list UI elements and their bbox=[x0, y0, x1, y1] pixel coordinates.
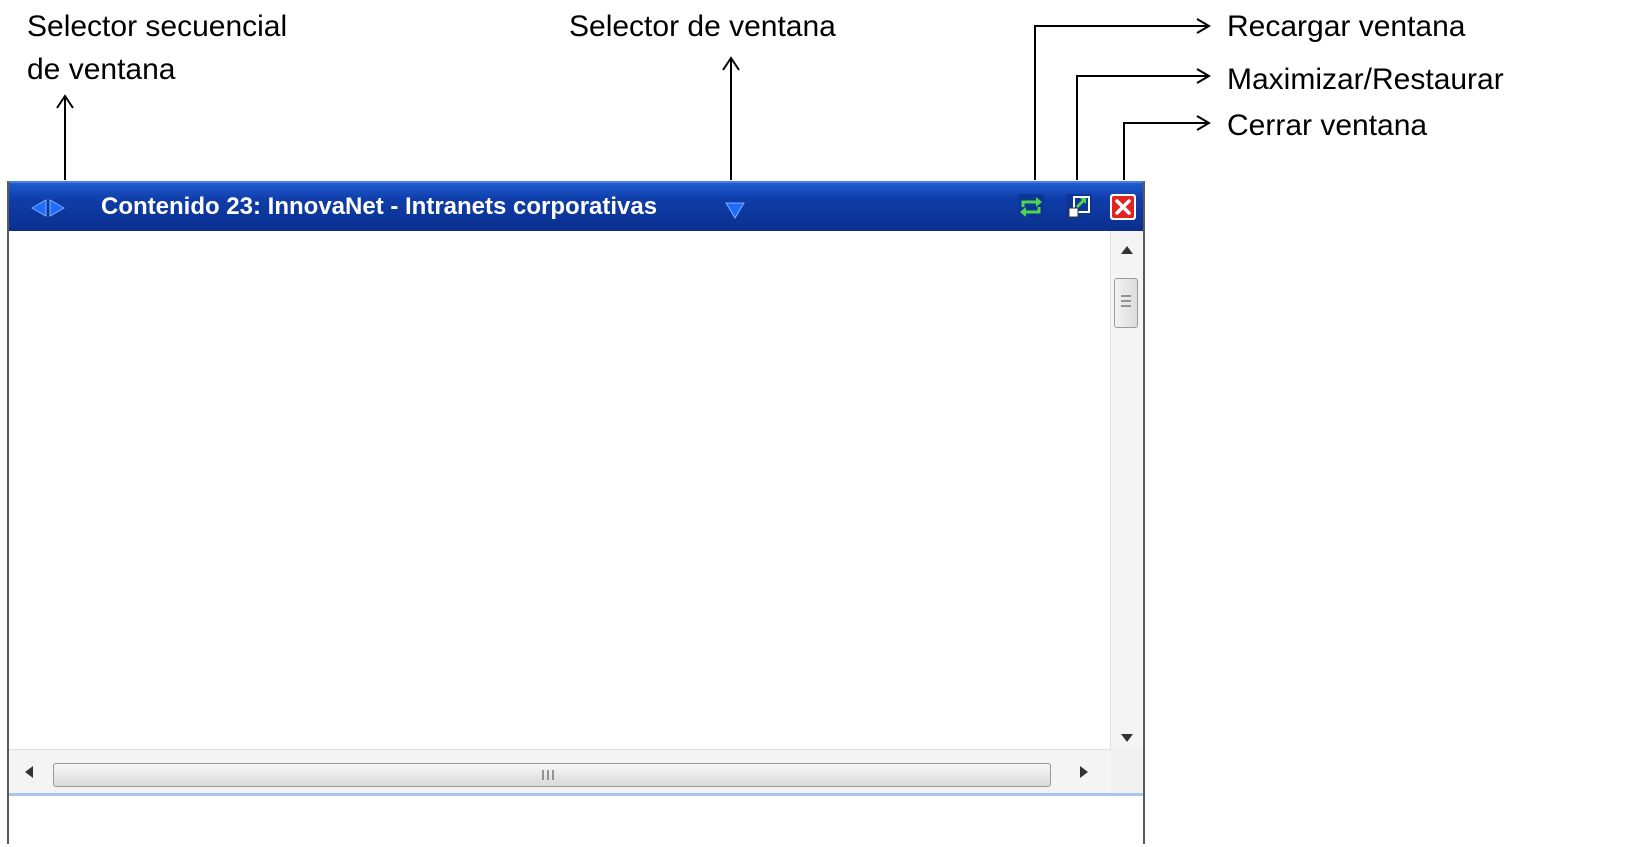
grip-icon bbox=[1121, 295, 1131, 307]
vertical-scroll-thumb[interactable] bbox=[1114, 278, 1138, 328]
maximize-restore-icon[interactable] bbox=[1065, 192, 1093, 222]
window-titlebar[interactable]: Contenido 23: InnovaNet - Intranets corp… bbox=[9, 181, 1143, 231]
scroll-up-arrow-icon[interactable] bbox=[1120, 245, 1134, 255]
close-icon[interactable] bbox=[1109, 192, 1137, 222]
scroll-right-arrow-icon[interactable] bbox=[1079, 765, 1089, 779]
arrow-maximize bbox=[1076, 75, 1208, 180]
scrollbar-corner bbox=[1111, 749, 1143, 793]
horizontal-scrollbar[interactable] bbox=[9, 749, 1111, 794]
arrow-reload bbox=[1034, 25, 1208, 180]
scroll-left-arrow-icon[interactable] bbox=[24, 765, 34, 779]
vertical-scrollbar[interactable] bbox=[1110, 231, 1143, 749]
arrow-close bbox=[1123, 122, 1208, 180]
grip-icon bbox=[542, 770, 554, 780]
left-right-arrows-icon[interactable] bbox=[31, 197, 65, 219]
reload-icon[interactable] bbox=[1017, 192, 1045, 222]
triangle-down-icon[interactable] bbox=[724, 201, 746, 219]
horizontal-scroll-thumb[interactable] bbox=[53, 763, 1051, 787]
window-title: Contenido 23: InnovaNet - Intranets corp… bbox=[101, 193, 658, 220]
scroll-down-arrow-icon[interactable] bbox=[1120, 733, 1134, 743]
content-window: Contenido 23: InnovaNet - Intranets corp… bbox=[7, 181, 1145, 847]
window-bottom-edge bbox=[9, 793, 1143, 847]
